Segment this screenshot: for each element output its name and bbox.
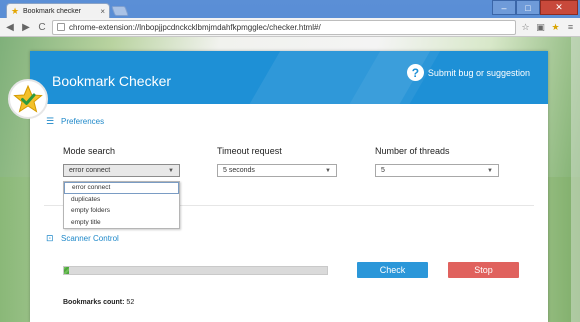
bookmarks-count: Bookmarks count: 52 <box>63 299 134 306</box>
dropdown-option[interactable]: empty folders <box>64 205 179 217</box>
submit-bug-label: Submit bug or suggestion <box>427 67 530 78</box>
chevron-down-icon: ▼ <box>487 167 493 174</box>
page-viewport: Bookmark Checker ? Submit bug or suggest… <box>0 37 580 322</box>
speech-bubble-question-icon: ? <box>406 64 424 81</box>
app-title: Bookmark Checker <box>52 73 172 89</box>
bookmark-checker-extension-icon[interactable]: ★ <box>550 22 561 33</box>
preferences-label: Preferences <box>61 117 105 126</box>
timeout-value: 5 seconds <box>223 167 255 174</box>
minimize-button[interactable]: – <box>492 0 516 15</box>
tab-strip: ★ Bookmark checker × – □ ✕ <box>0 0 580 19</box>
check-button[interactable]: Check <box>357 262 428 278</box>
threads-label: Number of threads <box>375 146 450 156</box>
reload-icon[interactable]: C <box>36 22 48 33</box>
star-check-logo-icon <box>13 84 43 113</box>
scan-progress-bar <box>63 266 328 275</box>
sliders-icon: ☰ <box>46 116 55 126</box>
tab-title: Bookmark checker <box>23 8 81 15</box>
bookmark-star-icon[interactable]: ☆ <box>520 22 531 33</box>
app-header: Bookmark Checker ? Submit bug or suggest… <box>30 51 548 104</box>
page-icon <box>57 23 65 31</box>
page-scrollbar[interactable] <box>571 37 580 322</box>
timeout-label: Timeout request <box>217 146 282 156</box>
forward-icon[interactable]: ▶ <box>20 22 32 33</box>
close-window-button[interactable]: ✕ <box>540 0 578 15</box>
preferences-section-title: ☰ Preferences <box>46 116 105 127</box>
chevron-down-icon: ▼ <box>168 167 174 174</box>
new-tab-button[interactable] <box>111 6 129 16</box>
dropdown-option[interactable]: error connect <box>64 182 179 194</box>
menu-icon[interactable]: ≡ <box>565 22 576 32</box>
progress-fill <box>64 267 70 274</box>
stop-button[interactable]: Stop <box>448 262 519 278</box>
scanner-label: Scanner Control <box>61 234 119 243</box>
back-icon[interactable]: ◀ <box>4 22 16 33</box>
tab-close-icon[interactable]: × <box>100 7 105 16</box>
chevron-down-icon: ▼ <box>325 167 331 174</box>
mode-search-label: Mode search <box>63 146 116 156</box>
star-favicon-icon: ★ <box>11 6 20 16</box>
submit-bug-link[interactable]: ? Submit bug or suggestion <box>406 64 530 81</box>
browser-tab[interactable]: ★ Bookmark checker × <box>6 3 110 19</box>
bookmarks-count-label: Bookmarks count: <box>63 299 125 306</box>
mode-search-dropdown: error connect duplicates empty folders e… <box>63 181 180 229</box>
extension-icon[interactable]: ▣ <box>535 22 546 33</box>
app-logo <box>8 79 48 119</box>
maximize-button[interactable]: □ <box>516 0 540 15</box>
address-bar[interactable]: chrome-extension://lnbopjjpcdnckcklbmjmd… <box>52 19 516 35</box>
scanner-section-title: ⊡ Scanner Control <box>46 233 119 244</box>
scanner-icon: ⊡ <box>46 233 54 243</box>
threads-value: 5 <box>381 167 385 174</box>
address-url[interactable]: chrome-extension://lnbopjjpcdnckcklbmjmd… <box>69 23 321 32</box>
mode-search-value: error connect <box>69 167 111 174</box>
dropdown-option[interactable]: duplicates <box>64 194 179 206</box>
checker-card: Bookmark Checker ? Submit bug or suggest… <box>30 51 548 322</box>
dropdown-option[interactable]: empty title <box>64 217 179 229</box>
timeout-select[interactable]: 5 seconds ▼ <box>217 164 337 177</box>
browser-toolbar: ◀ ▶ C chrome-extension://lnbopjjpcdnckck… <box>0 18 580 37</box>
threads-select[interactable]: 5 ▼ <box>375 164 499 177</box>
bookmarks-count-value: 52 <box>126 299 135 306</box>
window-controls: – □ ✕ <box>492 0 578 15</box>
mode-search-select[interactable]: error connect ▼ <box>63 164 180 177</box>
